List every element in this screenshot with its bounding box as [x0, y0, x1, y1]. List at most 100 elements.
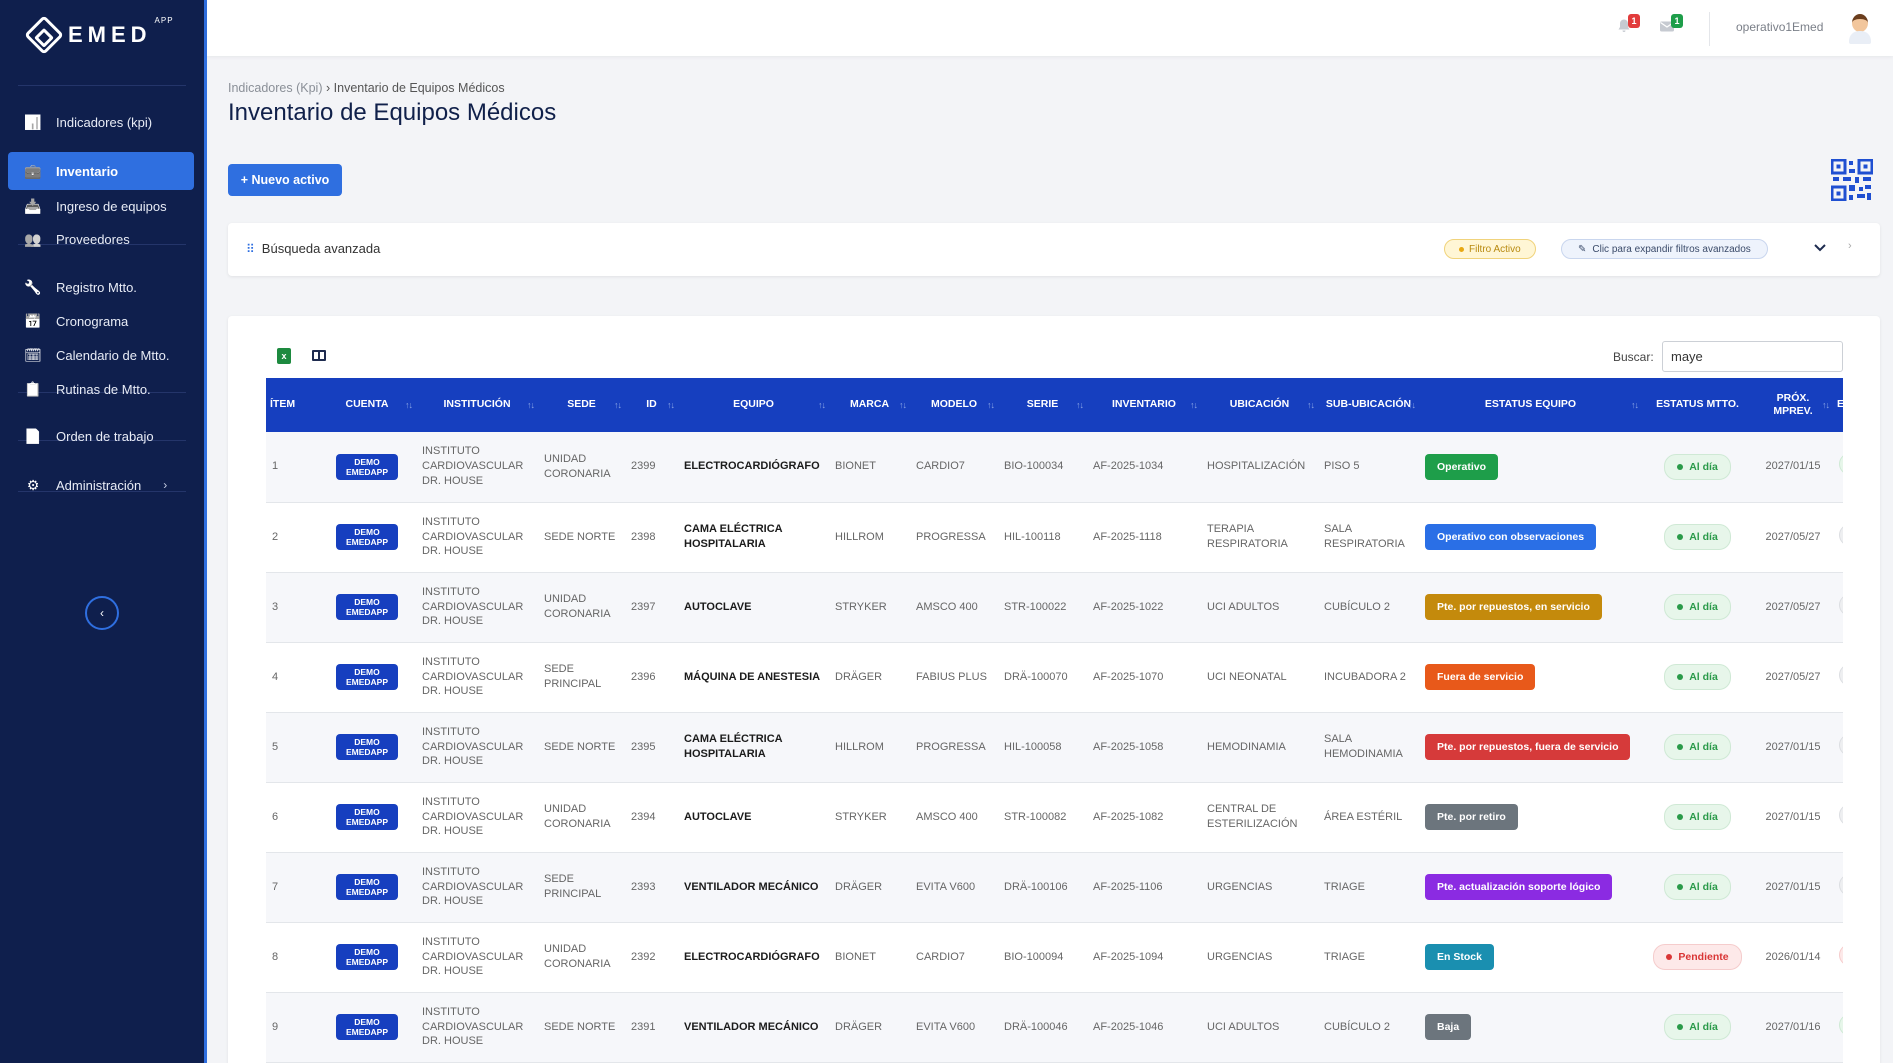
- column-header[interactable]: SERIE ↑↓: [998, 378, 1087, 432]
- advanced-search-panel[interactable]: ⠿ Búsqueda avanzada Filtro Activo ✎ Clic…: [228, 223, 1880, 276]
- column-header[interactable]: ESTA: [1833, 378, 1843, 432]
- sidebar-item-label: Inventario: [56, 163, 119, 179]
- column-header[interactable]: INVENTARIO ↑↓: [1087, 378, 1201, 432]
- mtto-status-label: Al día: [1689, 810, 1718, 823]
- cell-account: DEMO EMEDAPP: [318, 852, 416, 922]
- sidebar-item-proveedores[interactable]: 👥 Proveedores: [8, 220, 194, 258]
- sort-icon[interactable]: ↑↓: [1822, 400, 1830, 411]
- sort-icon[interactable]: ↑↓: [1076, 400, 1084, 411]
- account-badge[interactable]: DEMO EMEDAPP: [335, 803, 399, 831]
- notifications-badge: 1: [1628, 14, 1640, 28]
- qr-code-icon[interactable]: [1830, 158, 1874, 202]
- column-header[interactable]: CUENTA ↑↓: [318, 378, 416, 432]
- new-asset-button[interactable]: + Nuevo activo: [228, 164, 342, 196]
- table-row[interactable]: 8 DEMO EMEDAPP INSTITUTO CARDIOVASCULAR DR.…: [266, 922, 1843, 992]
- sort-icon[interactable]: ↑↓: [1190, 400, 1198, 411]
- sidebar-item-calendario-de-mtto[interactable]: 🗓 Calendario de Mtto.: [8, 336, 194, 374]
- excel-export-icon[interactable]: x: [277, 348, 291, 364]
- account-badge[interactable]: DEMO EMEDAPP: [335, 593, 399, 621]
- cell-equipment-status: Pte. por repuestos, fuera de servicio: [1419, 712, 1642, 782]
- chevron-down-icon[interactable]: [1814, 240, 1826, 255]
- account-badge[interactable]: DEMO EMEDAPP: [335, 523, 399, 551]
- table-row[interactable]: 3 DEMO EMEDAPP INSTITUTO CARDIOVASCULAR DR.…: [266, 572, 1843, 642]
- breadcrumb-link-kpi[interactable]: Indicadores (Kpi): [228, 81, 323, 95]
- messages-envelope-icon[interactable]: 1: [1659, 14, 1683, 36]
- sidebar-item-registro-mtto[interactable]: 🔧 Registro Mtto.: [8, 268, 194, 306]
- equipment-status-badge[interactable]: Pte. actualización soporte lógico: [1425, 873, 1613, 901]
- sidebar-item-inventario[interactable]: 💼 Inventario: [8, 152, 194, 190]
- column-header[interactable]: PRÓX. MPREV. ↑↓: [1753, 378, 1833, 432]
- sort-icon[interactable]: ↑↓: [899, 400, 907, 411]
- user-avatar[interactable]: [1845, 12, 1875, 44]
- column-header[interactable]: MODELO ↑↓: [910, 378, 998, 432]
- column-header[interactable]: ESTATUS EQUIPO ↑↓: [1419, 378, 1642, 432]
- sort-icon[interactable]: ↑↓: [987, 400, 995, 411]
- table-row[interactable]: 2 DEMO EMEDAPP INSTITUTO CARDIOVASCULAR DR.…: [266, 502, 1843, 572]
- cell-account: DEMO EMEDAPP: [318, 992, 416, 1062]
- column-header[interactable]: MARCA ↑↓: [829, 378, 910, 432]
- sort-icon[interactable]: ↑↓: [1408, 400, 1416, 411]
- sidebar-item-indicadores-kpi[interactable]: 📊 Indicadores (kpi): [8, 103, 194, 141]
- account-badge[interactable]: DEMO EMEDAPP: [335, 663, 399, 691]
- column-header-label: ESTATUS EQUIPO: [1484, 398, 1577, 411]
- equipment-status-badge[interactable]: Operativo: [1425, 453, 1499, 480]
- inventory-table: ÍTEM CUENTA ↑↓ INSTITUCIÓN ↑↓ SEDE ↑↓ ID ↑↓ EQUIP…: [266, 378, 1843, 1063]
- column-header[interactable]: SUB-UBICACIÓN ↑↓: [1318, 378, 1419, 432]
- column-header[interactable]: SEDE ↑↓: [538, 378, 625, 432]
- mtto-status-badge: Al día: [1664, 803, 1731, 831]
- column-visibility-icon[interactable]: [312, 350, 326, 361]
- cell-account: DEMO EMEDAPP: [318, 502, 416, 572]
- column-header[interactable]: ID ↑↓: [625, 378, 678, 432]
- column-header[interactable]: EQUIPO ↑↓: [678, 378, 829, 432]
- sidebar-item-administracion[interactable]: ⚙ Administración ›: [8, 466, 194, 504]
- sort-icon[interactable]: ↑↓: [527, 400, 535, 411]
- equipment-status-badge[interactable]: En Stock: [1425, 943, 1494, 971]
- table-row[interactable]: 1 DEMO EMEDAPP INSTITUTO CARDIOVASCULAR DR.…: [266, 432, 1843, 502]
- status-dot-icon: [1677, 533, 1684, 540]
- sidebar-item-cronograma[interactable]: 📅 Cronograma: [8, 302, 194, 340]
- equipment-status-badge[interactable]: Pte. por repuestos, fuera de servicio: [1425, 733, 1631, 761]
- notifications-bell-icon[interactable]: 1: [1616, 14, 1640, 36]
- equipment-status-badge[interactable]: Fuera de servicio: [1425, 663, 1536, 691]
- chevron-right-icon[interactable]: ›: [1848, 240, 1852, 252]
- column-header[interactable]: ÍTEM: [266, 378, 318, 432]
- table-row[interactable]: 9 DEMO EMEDAPP INSTITUTO CARDIOVASCULAR DR.…: [266, 992, 1843, 1062]
- sidebar-item-rutinas-de-mtto[interactable]: 📋 Rutinas de Mtto.: [8, 370, 194, 408]
- sidebar-item-orden-de-trabajo[interactable]: 📄 Orden de trabajo: [8, 417, 194, 455]
- account-badge[interactable]: DEMO EMEDAPP: [335, 1013, 399, 1041]
- sidebar-collapse-button[interactable]: ‹: [85, 596, 119, 630]
- app-logo[interactable]: EMED APP: [0, 0, 204, 70]
- table-row[interactable]: 4 DEMO EMEDAPP INSTITUTO CARDIOVASCULAR DR.…: [266, 642, 1843, 712]
- account-badge[interactable]: DEMO EMEDAPP: [335, 943, 399, 971]
- table-search-input[interactable]: [1662, 341, 1843, 372]
- account-badge[interactable]: DEMO EMEDAPP: [335, 453, 399, 480]
- sort-icon[interactable]: ↑↓: [1631, 400, 1639, 411]
- equipment-status-badge[interactable]: Pte. por retiro: [1425, 803, 1518, 831]
- table-scroll-area[interactable]: ÍTEM CUENTA ↑↓ INSTITUCIÓN ↑↓ SEDE ↑↓ ID ↑↓ EQUIP…: [266, 378, 1843, 1063]
- expand-filters-button[interactable]: ✎ Clic para expandir filtros avanzados: [1561, 239, 1768, 259]
- column-header[interactable]: INSTITUCIÓN ↑↓: [416, 378, 538, 432]
- cell-sublocation: CUBÍCULO 2: [1324, 1020, 1391, 1033]
- column-header[interactable]: ESTATUS MTTO.: [1642, 378, 1753, 432]
- equipment-status-badge[interactable]: Pte. por repuestos, en servicio: [1425, 593, 1602, 621]
- expand-filters-label: Clic para expandir filtros avanzados: [1592, 243, 1751, 255]
- table-row[interactable]: 5 DEMO EMEDAPP INSTITUTO CARDIOVASCULAR DR.…: [266, 712, 1843, 782]
- equipment-status-badge[interactable]: Baja: [1425, 1013, 1472, 1041]
- cell-mtto-status: Al día: [1642, 502, 1753, 572]
- table-row[interactable]: 7 DEMO EMEDAPP INSTITUTO CARDIOVASCULAR DR.…: [266, 852, 1843, 922]
- equipment-status-badge[interactable]: Operativo con observaciones: [1425, 523, 1597, 551]
- column-header-label: MODELO: [930, 398, 978, 411]
- sort-icon[interactable]: ↑↓: [614, 400, 622, 411]
- account-badge[interactable]: DEMO EMEDAPP: [335, 873, 399, 901]
- account-badge[interactable]: DEMO EMEDAPP: [335, 733, 399, 761]
- cell-sublocation: SALA RESPIRATORIA: [1324, 523, 1405, 550]
- sort-icon[interactable]: ↑↓: [667, 400, 675, 411]
- sort-icon[interactable]: ↑↓: [405, 400, 413, 411]
- cell-next-maintenance: 2027/01/16: [1765, 1020, 1821, 1033]
- table-row[interactable]: 6 DEMO EMEDAPP INSTITUTO CARDIOVASCULAR DR.…: [266, 782, 1843, 852]
- mtto-status-label: Al día: [1689, 740, 1718, 753]
- sort-icon[interactable]: ↑↓: [818, 400, 826, 411]
- sort-icon[interactable]: ↑↓: [1307, 400, 1315, 411]
- username[interactable]: operativo1Emed: [1736, 20, 1823, 34]
- column-header[interactable]: UBICACIÓN ↑↓: [1201, 378, 1318, 432]
